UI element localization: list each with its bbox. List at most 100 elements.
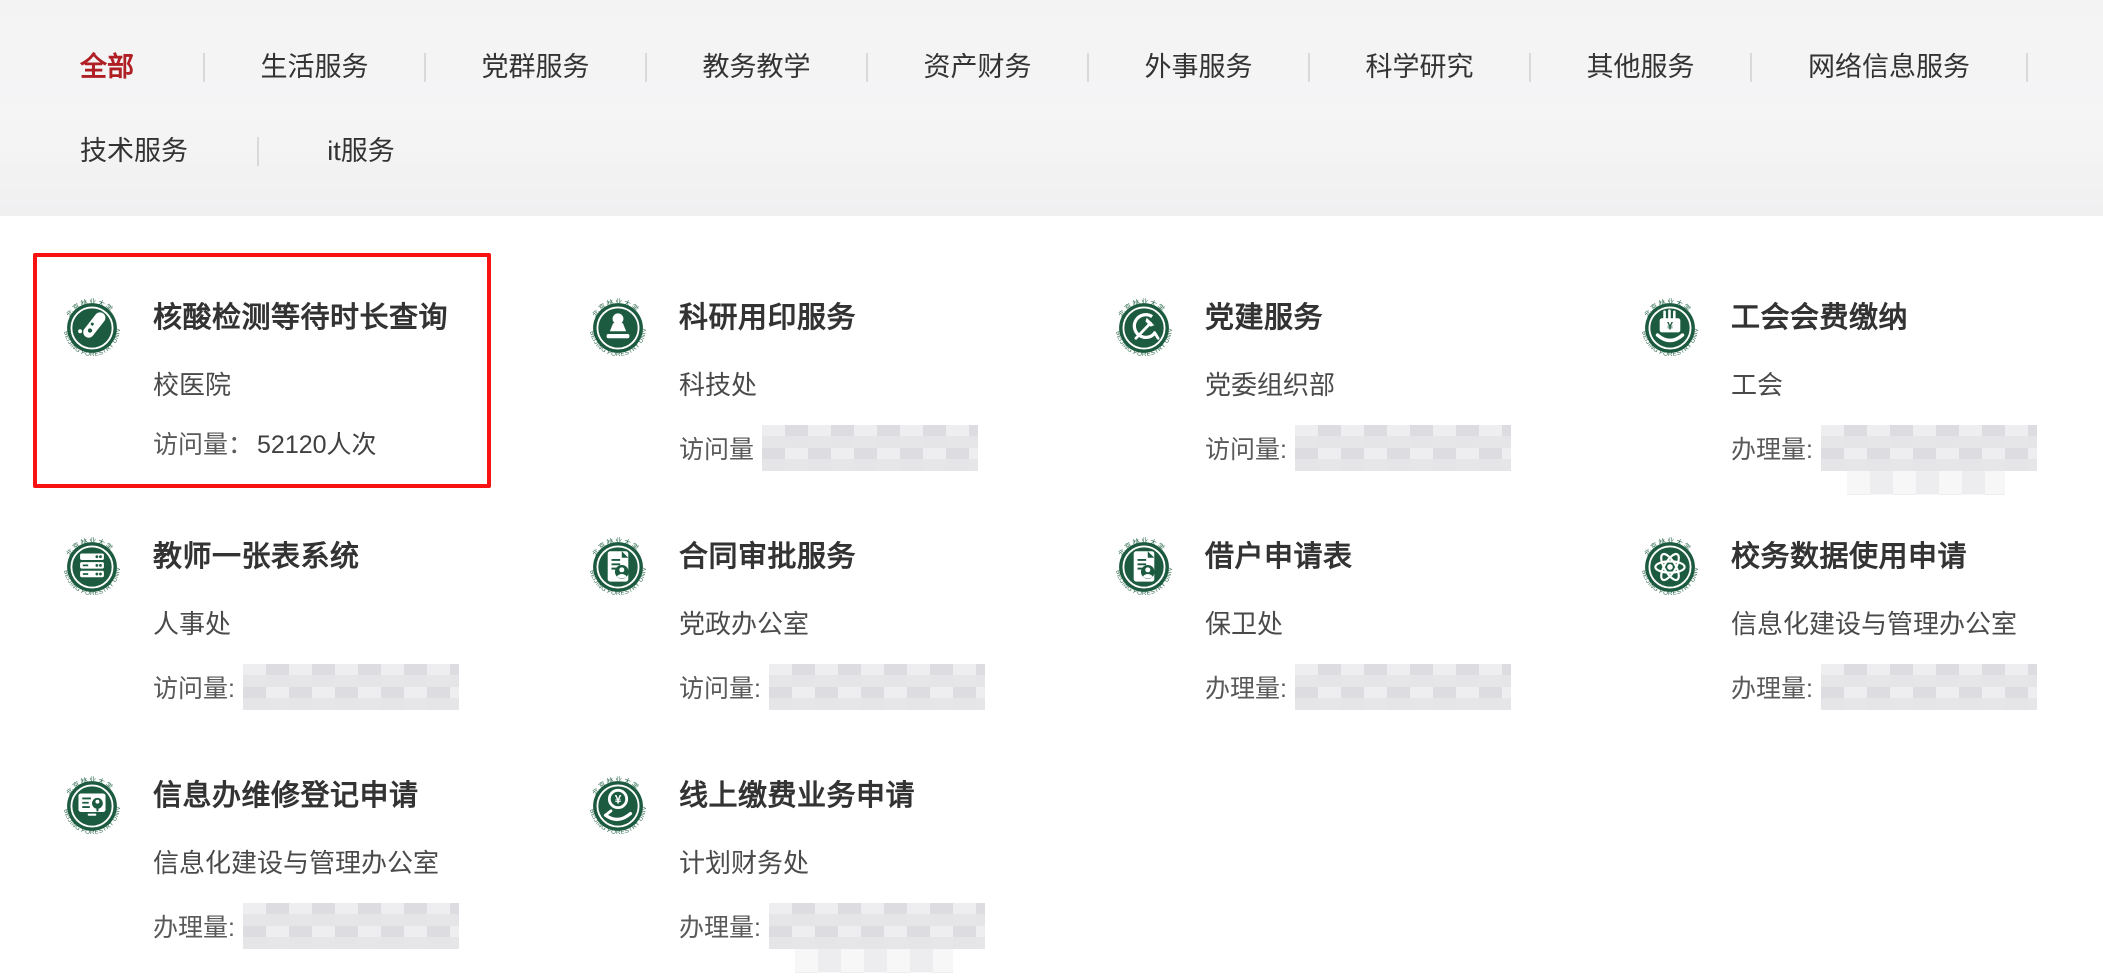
tab-全部[interactable]: 全部: [10, 40, 205, 94]
tab-label: 科学研究: [1365, 52, 1474, 82]
service-stat: 访问量:: [1205, 425, 1511, 471]
service-title: 借户申请表: [1205, 541, 1353, 573]
card-info: 借户申请表 保卫处 办理量:: [1205, 530, 1511, 710]
tab-科学研究[interactable]: 科学研究: [1309, 40, 1531, 94]
tab-label: 网络信息服务: [1808, 52, 1970, 82]
service-title: 线上缴费业务申请: [679, 780, 916, 812]
service-title: 校务数据使用申请: [1731, 541, 1968, 573]
blurred-stat-value: [1294, 664, 1511, 710]
service-title: 党建服务: [1205, 302, 1324, 334]
contract-person-icon: [1133, 551, 1155, 582]
service-title: 合同审批服务: [679, 541, 857, 573]
service-department: 人事处: [153, 609, 232, 639]
stat-value: 52120人次: [257, 431, 377, 459]
hand-coin-yen-seal-icon: BEIJING FORESTRY UNIVERSITY 北京林业大学: [581, 769, 655, 843]
party-emblem-seal-icon: BEIJING FORESTRY UNIVERSITY 北京林业大学: [1107, 291, 1181, 365]
server-stack-icon: [80, 553, 104, 578]
tab-教务教学[interactable]: 教务教学: [646, 40, 868, 94]
service-stat: 办理量:: [1731, 425, 2037, 495]
blurred-stat-value: [1294, 425, 1511, 471]
service-card-6[interactable]: BEIJING FORESTRY UNIVERSITY 北京林业大学: [581, 530, 1086, 769]
tab-row-1: 全部 生活服务 党群服务 教务教学 资产财务 外事服务 科学研究 其他服务 网络…: [0, 40, 2103, 94]
service-card-4[interactable]: BEIJING FORESTRY UNIVERSITY 北京林业大学: [1633, 291, 2103, 530]
stat-label: 办理量:: [1731, 436, 1813, 464]
stat-label: 办理量:: [679, 914, 761, 942]
tab-label: 党群服务: [481, 52, 590, 82]
svg-text:¥: ¥: [615, 792, 622, 806]
screen-key-seal-icon: BEIJING FORESTRY UNIVERSITY 北京林业大学: [55, 769, 129, 843]
service-department: 计划财务处: [679, 848, 810, 878]
service-stat: 办理量:: [1731, 664, 2037, 710]
tab-党群服务[interactable]: 党群服务: [425, 40, 647, 94]
blurred-stat-value: [768, 664, 985, 710]
stat-label: 办理量:: [153, 914, 235, 942]
service-stat: 办理量:: [1205, 664, 1511, 710]
service-card-9[interactable]: BEIJING FORESTRY UNIVERSITY 北京林业大学: [55, 769, 560, 978]
blurred-stat-value: [242, 664, 459, 710]
service-department: 信息化建设与管理办公室: [1731, 609, 2018, 639]
service-title: 工会会费缴纳: [1731, 302, 1909, 334]
tab-网络信息服务[interactable]: 网络信息服务: [1751, 40, 2028, 94]
contract-doc-seal-icon: BEIJING FORESTRY UNIVERSITY 北京林业大学: [581, 530, 655, 604]
tab-label: it服务: [327, 136, 395, 166]
service-card-5[interactable]: BEIJING FORESTRY UNIVERSITY 北京林业大学: [55, 530, 560, 769]
stat-label: 访问量：: [153, 431, 254, 459]
card-info: 核酸检测等待时长查询 校医院 访问量： 52120人次: [153, 291, 448, 461]
service-stat: 办理量:: [679, 903, 985, 973]
service-department: 信息化建设与管理办公室: [153, 848, 440, 878]
tab-label: 技术服务: [80, 136, 188, 166]
service-department: 党委组织部: [1205, 370, 1336, 400]
card-info: 信息办维修登记申请 信息化建设与管理办公室 办理量:: [153, 769, 459, 949]
tab-label: 外事服务: [1144, 52, 1253, 82]
service-card-8[interactable]: BEIJING FORESTRY UNIVERSITY 北京林业大学: [1633, 530, 2103, 769]
atom-seal-icon: BEIJING FORESTRY UNIVERSITY 北京林业大学: [1633, 530, 1707, 604]
tab-row-2: 技术服务 it服务: [0, 124, 2103, 178]
service-stat: 访问量： 52120人次: [153, 425, 448, 461]
service-stat: 访问量:: [153, 664, 459, 710]
tab-生活服务[interactable]: 生活服务: [204, 40, 426, 94]
tab-label: 其他服务: [1586, 52, 1695, 82]
stat-label: 访问量:: [1205, 436, 1287, 464]
category-nav: 全部 生活服务 党群服务 教务教学 资产财务 外事服务 科学研究 其他服务 网络…: [0, 0, 2103, 216]
tab-技术服务[interactable]: 技术服务: [10, 124, 259, 178]
service-title: 教师一张表系统: [153, 541, 360, 573]
tab-资产财务[interactable]: 资产财务: [867, 40, 1089, 94]
service-title: 信息办维修登记申请: [153, 780, 419, 812]
tab-外事服务[interactable]: 外事服务: [1088, 40, 1310, 94]
contract-doc-seal-icon: BEIJING FORESTRY UNIVERSITY 北京林业大学: [1107, 530, 1181, 604]
tab-it服务[interactable]: it服务: [258, 124, 464, 178]
card-info: 教师一张表系统 人事处 访问量:: [153, 530, 459, 710]
svg-text:¥: ¥: [1667, 321, 1673, 333]
tab-label: 资产财务: [923, 52, 1032, 82]
blurred-stat-value: [768, 903, 985, 973]
tab-label: 全部: [80, 52, 134, 82]
service-card-1[interactable]: BEIJING FORESTRY UNIVERSITY 北京林业大学: [55, 291, 560, 530]
service-card-3[interactable]: BEIJING FORESTRY UNIVERSITY 北京林业大学: [1107, 291, 1612, 530]
blurred-stat-value: [1820, 425, 2037, 495]
stamp-seal-icon: BEIJING FORESTRY UNIVERSITY 北京林业大学: [581, 291, 655, 365]
service-title: 核酸检测等待时长查询: [153, 302, 449, 334]
stat-label: 办理量:: [1205, 675, 1287, 703]
blurred-stat-value: [762, 425, 979, 471]
tab-label: 生活服务: [260, 52, 369, 82]
test-tube-seal-icon: BEIJING FORESTRY UNIVERSITY 北京林业大学: [55, 291, 129, 365]
service-card-10[interactable]: BEIJING FORESTRY UNIVERSITY 北京林业大学: [581, 769, 1086, 978]
service-department: 党政办公室: [679, 609, 810, 639]
service-grid-section: BEIJING FORESTRY UNIVERSITY 北京林业大学: [0, 216, 2103, 978]
tab-其他服务[interactable]: 其他服务: [1530, 40, 1752, 94]
blurred-stat-value: [1820, 664, 2037, 710]
stat-label: 访问量: [679, 436, 755, 464]
card-info: 科研用印服务 科技处 访问量: [679, 291, 979, 471]
card-info: 线上缴费业务申请 计划财务处 办理量:: [679, 769, 985, 973]
card-info: 校务数据使用申请 信息化建设与管理办公室 办理量:: [1731, 530, 2037, 710]
service-stat: 访问量: [679, 425, 979, 471]
stat-label: 访问量:: [153, 675, 235, 703]
stat-label: 办理量:: [1731, 675, 1813, 703]
contract-person-icon: [607, 551, 629, 582]
service-stat: 访问量:: [679, 664, 985, 710]
service-grid: BEIJING FORESTRY UNIVERSITY 北京林业大学: [0, 216, 2103, 978]
service-department: 工会: [1731, 370, 1784, 400]
service-card-2[interactable]: BEIJING FORESTRY UNIVERSITY 北京林业大学: [581, 291, 1086, 530]
service-card-7[interactable]: BEIJING FORESTRY UNIVERSITY 北京林业大学: [1107, 530, 1612, 769]
server-stack-seal-icon: BEIJING FORESTRY UNIVERSITY 北京林业大学: [55, 530, 129, 604]
